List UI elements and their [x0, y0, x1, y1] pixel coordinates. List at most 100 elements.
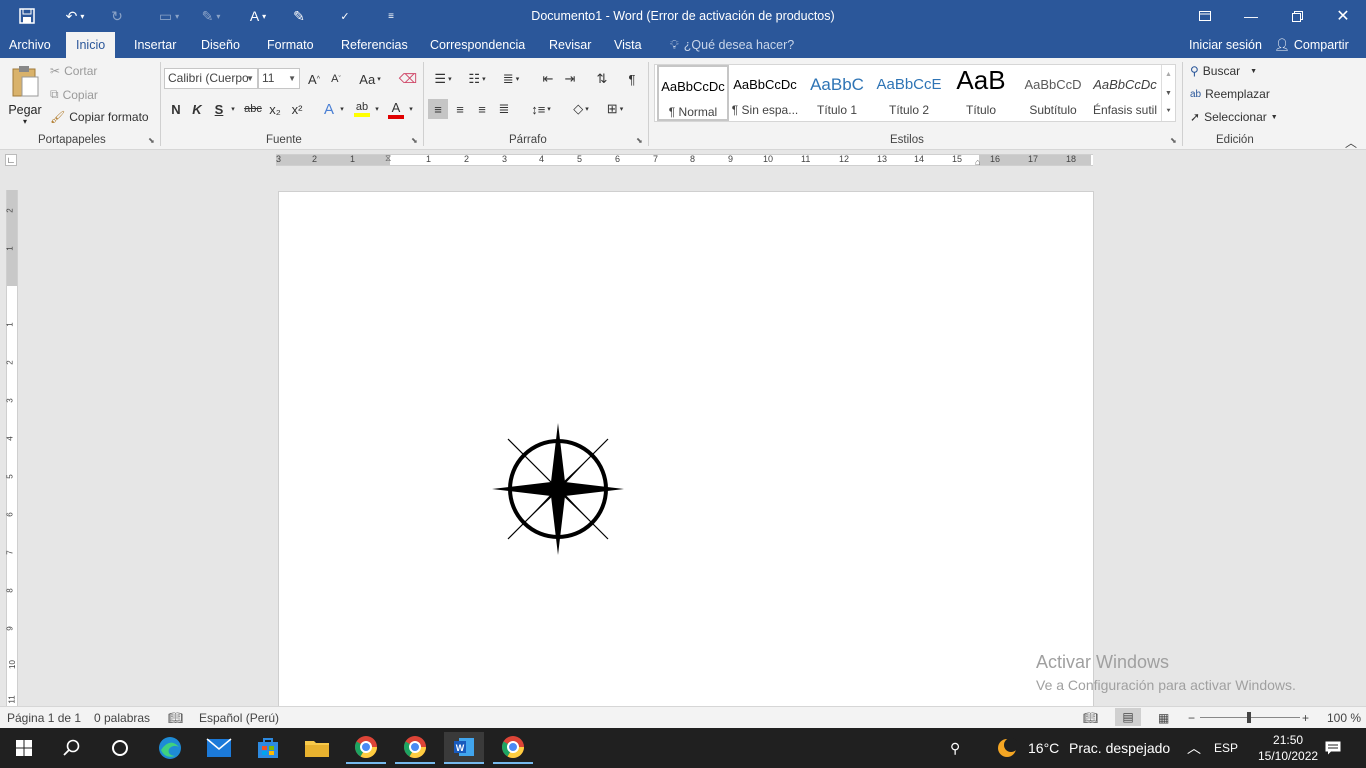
align-right-icon[interactable]: ≡: [472, 99, 492, 119]
styles-more-icon[interactable]: ⯆: [1161, 103, 1175, 121]
highlight-dropdown-icon[interactable]: ▾: [372, 99, 382, 119]
subscript-button[interactable]: x₂: [265, 99, 285, 119]
ribbon-display-icon[interactable]: [1182, 0, 1228, 32]
show-marks-icon[interactable]: ¶: [622, 69, 642, 89]
text-effects-dropdown-icon[interactable]: ▾: [337, 99, 347, 119]
word-count[interactable]: 0 palabras: [94, 711, 150, 725]
underline-dropdown-icon[interactable]: ▾: [228, 99, 238, 119]
weather-text[interactable]: Prac. despejado: [1069, 728, 1170, 768]
style-subtitle[interactable]: AaBbCcD Subtítulo: [1017, 65, 1089, 121]
mail-icon[interactable]: [199, 732, 239, 764]
style-normal[interactable]: AaBbCcDc ¶ Normal: [657, 65, 729, 121]
sort-icon[interactable]: ⇅: [592, 69, 612, 89]
replace-button[interactable]: ab Reemplazar: [1190, 87, 1270, 101]
zoom-in-icon[interactable]: +: [1302, 711, 1309, 725]
word-app-icon[interactable]: W: [444, 732, 484, 764]
tab-selector-icon[interactable]: ∟: [5, 154, 17, 166]
zoom-slider[interactable]: [1200, 712, 1300, 723]
superscript-button[interactable]: x²: [287, 99, 307, 119]
styles-scroll-down-icon[interactable]: ▼: [1161, 84, 1175, 103]
zoom-level[interactable]: 100 %: [1327, 711, 1361, 725]
bullets-icon[interactable]: ☰ ▾: [428, 69, 458, 89]
indent-marker-icon[interactable]: ⧖: [385, 153, 391, 164]
start-windows-icon[interactable]: [4, 732, 44, 764]
temperature[interactable]: 16°C: [1028, 728, 1059, 768]
tab-formato[interactable]: Formato: [259, 32, 322, 58]
collapse-ribbon-icon[interactable]: ︿: [1345, 134, 1357, 151]
grow-font-icon[interactable]: A ^: [304, 69, 324, 89]
decrease-indent-icon[interactable]: ⇤: [538, 69, 558, 89]
chevron-up-icon[interactable]: ︿: [1187, 728, 1201, 768]
input-language[interactable]: ESP: [1214, 728, 1238, 768]
select-button[interactable]: ➚ Seleccionar ▼: [1190, 110, 1278, 124]
align-center-icon[interactable]: ≡: [450, 99, 470, 119]
tab-insertar[interactable]: Insertar: [126, 32, 184, 58]
horizontal-ruler[interactable]: 3 2 1 1 2 3 4 5 6 7 8 9 10 11 12 13 14 1…: [276, 153, 1093, 167]
justify-icon[interactable]: ≣: [494, 99, 514, 119]
search-icon[interactable]: [52, 732, 92, 764]
zoom-slider-thumb[interactable]: [1247, 712, 1251, 723]
share-button[interactable]: 👤︎ Compartir: [1266, 32, 1357, 58]
font-name-combo[interactable]: Calibri (Cuerpo ▼: [164, 68, 258, 89]
font-launcher-icon[interactable]: ⬊: [411, 136, 418, 145]
tab-inicio[interactable]: Inicio: [66, 32, 116, 58]
highlight-icon[interactable]: ab: [352, 99, 372, 119]
weather-icon[interactable]: [995, 728, 1019, 768]
clipboard-launcher-icon[interactable]: ⬊: [148, 136, 155, 145]
paragraph-launcher-icon[interactable]: ⬊: [636, 136, 643, 145]
borders-icon[interactable]: ⊞ ▾: [600, 99, 630, 119]
chrome-icon[interactable]: [395, 732, 435, 764]
style-heading-1[interactable]: AaBbC Título 1: [801, 65, 873, 121]
align-left-icon[interactable]: ≡: [428, 99, 448, 119]
tab-diseno[interactable]: Diseño: [193, 32, 248, 58]
paste-dropdown-icon[interactable]: ▾: [6, 117, 44, 126]
people-icon[interactable]: ⚲: [950, 728, 960, 768]
style-no-spacing[interactable]: AaBbCcDc ¶ Sin espa...: [729, 65, 801, 121]
font-size-combo[interactable]: 11 ▼: [258, 68, 300, 89]
format-painter-button[interactable]: 🖌︎ Copiar formato: [50, 110, 149, 124]
print-layout-icon[interactable]: ▤: [1115, 708, 1141, 726]
clear-formatting-icon[interactable]: ⌫: [398, 69, 418, 89]
cortana-icon[interactable]: [100, 732, 140, 764]
edge-browser-icon[interactable]: [150, 732, 190, 764]
right-indent-marker-icon[interactable]: ⌂: [975, 157, 980, 167]
tab-correspondencia[interactable]: Correspondencia: [422, 32, 533, 58]
sign-in-link[interactable]: Iniciar sesión: [1181, 32, 1270, 58]
font-color-dropdown-icon[interactable]: ▾: [406, 99, 416, 119]
tab-revisar[interactable]: Revisar: [541, 32, 599, 58]
styles-scroll-up-icon[interactable]: ▲: [1161, 65, 1175, 84]
chrome-profile-icon[interactable]: [346, 732, 386, 764]
cut-button[interactable]: ✂ Cortar: [50, 64, 97, 78]
chrome-second-icon[interactable]: [493, 732, 533, 764]
web-layout-icon[interactable]: ▦: [1158, 711, 1169, 725]
compass-rose-image[interactable]: [491, 422, 625, 556]
increase-indent-icon[interactable]: ⇥: [560, 69, 580, 89]
document-page[interactable]: [278, 191, 1094, 706]
bold-button[interactable]: N: [166, 99, 186, 119]
tell-me-box[interactable]: 💡︎ ¿Qué desea hacer?: [662, 32, 802, 58]
find-button[interactable]: ⚲ Buscar ▼: [1190, 64, 1257, 78]
store-icon[interactable]: [248, 732, 288, 764]
clock[interactable]: 21:50 15/10/2022: [1258, 728, 1318, 768]
underline-button[interactable]: S: [209, 99, 229, 119]
italic-button[interactable]: K: [187, 99, 207, 119]
tab-referencias[interactable]: Referencias: [333, 32, 416, 58]
style-subtle-emphasis[interactable]: AaBbCcDc Énfasis sutil: [1089, 65, 1161, 121]
language-indicator[interactable]: Español (Perú): [199, 711, 279, 725]
styles-launcher-icon[interactable]: ⬊: [1170, 136, 1177, 145]
numbering-icon[interactable]: ☷ ▾: [462, 69, 492, 89]
text-effects-icon[interactable]: A: [319, 99, 339, 119]
tab-vista[interactable]: Vista: [606, 32, 650, 58]
font-color-icon[interactable]: A: [386, 99, 406, 119]
line-spacing-icon[interactable]: ↕≡ ▾: [526, 99, 556, 119]
page-count[interactable]: Página 1 de 1: [7, 711, 81, 725]
zoom-out-icon[interactable]: −: [1188, 711, 1195, 725]
copy-button[interactable]: ⧉ Copiar: [50, 87, 98, 102]
strikethrough-button[interactable]: abc: [243, 99, 263, 119]
multilevel-list-icon[interactable]: ≣ ▾: [496, 69, 526, 89]
shrink-font-icon[interactable]: Aˇ: [326, 69, 346, 89]
paste-button[interactable]: Pegar ▾: [6, 62, 44, 130]
style-heading-2[interactable]: AaBbCcE Título 2: [873, 65, 945, 121]
close-button[interactable]: ✕: [1320, 0, 1366, 32]
minimize-button[interactable]: —: [1228, 0, 1274, 32]
